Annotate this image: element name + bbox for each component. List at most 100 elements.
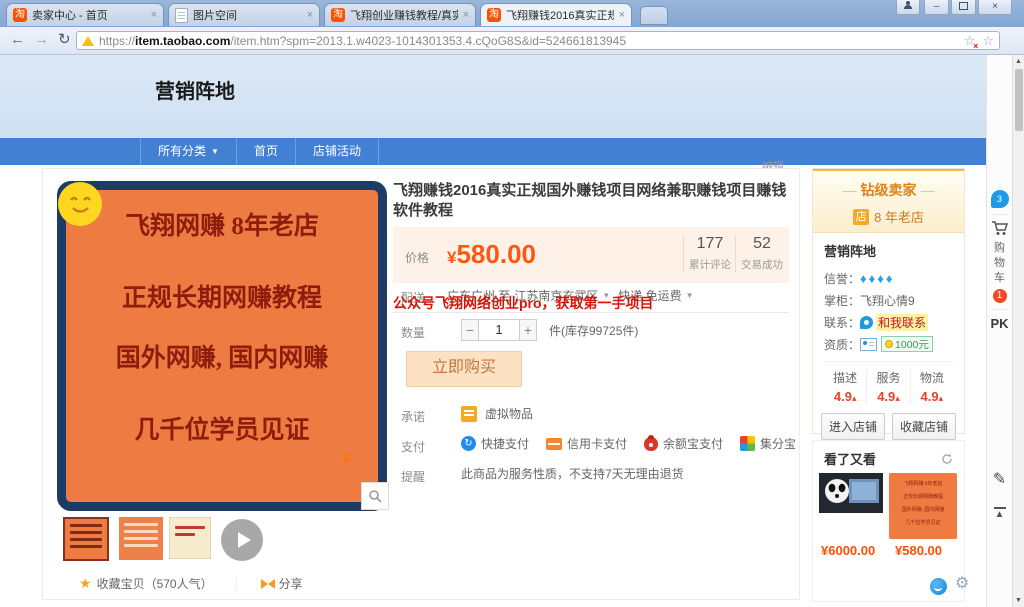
address-bar[interactable]: https:// item.taobao.com /item.htm?spm=2… [76, 31, 1000, 50]
stat-reviews[interactable]: 177 累计评论 [683, 235, 736, 272]
diamond-rating-icons: ♦♦♦♦ [860, 271, 895, 286]
image-text-line: 几千位学员见证 [66, 410, 378, 446]
quantity-decrease-button[interactable]: − [461, 319, 479, 341]
video-thumbnail [819, 473, 883, 513]
tab-seller-center[interactable]: 淘 卖家中心 - 首页 × [6, 3, 164, 26]
blocked-content-icon[interactable]: ☆× [964, 33, 976, 49]
seller-level: —钻级卖家— [813, 180, 964, 200]
cart-label[interactable]: 购 物 车 [987, 241, 1012, 286]
shop-title: 营销阵地 [155, 75, 235, 104]
minimize-button[interactable]: – [924, 0, 949, 15]
divider: ｜ [231, 575, 243, 592]
quantity-stepper: − 1 + 件(库存99725件) [461, 319, 638, 341]
tab-close-icon[interactable]: × [151, 10, 157, 21]
stat-deals[interactable]: 52 交易成功 [735, 235, 788, 272]
tab-image-space[interactable]: 图片空间 × [168, 3, 320, 26]
favorite-shop-button[interactable]: 收藏店铺 [892, 413, 956, 440]
favorite-link[interactable]: 收藏宝贝（570人气） [97, 575, 213, 592]
payment-label: 支付 [401, 438, 425, 455]
gear-icon[interactable]: ⚙ [955, 573, 969, 593]
security-warning-icon[interactable] [82, 36, 94, 46]
stat-label: 累计评论 [684, 257, 736, 272]
thumbnail-2[interactable] [119, 517, 163, 560]
nav-label: 首页 [254, 138, 278, 165]
seller-ratings: 描述 4.9▴ 服务 4.9▴ 物流 4.9▴ [824, 362, 953, 404]
seller-buttons: 进入店铺 收藏店铺 [824, 404, 953, 440]
tab-title: 图片空间 [193, 7, 302, 23]
share-link[interactable]: 分享 [279, 575, 303, 592]
browser-toolbar: ← → ↻ https:// item.taobao.com /item.htm… [0, 27, 1024, 55]
right-side-toolbar: 3 购 物 车 1 PK ✎ ▲ [986, 55, 1012, 607]
zoom-magnifier-button[interactable] [361, 482, 389, 510]
wangwang-float-icon[interactable] [930, 578, 947, 595]
thumbnail-3[interactable] [169, 517, 211, 559]
payment-yuebao[interactable]: 余额宝支付 [644, 435, 723, 452]
payment-creditcard[interactable]: 信用卡支付 [546, 435, 627, 452]
rating-label: 服务 [867, 369, 909, 386]
wangwang-toolbar-icon[interactable]: 3 [991, 190, 1009, 208]
bookmark-star-icon[interactable]: ☆ [982, 33, 994, 49]
payment-name: 信用卡支付 [567, 435, 627, 452]
refresh-button[interactable]: ↻ [58, 31, 71, 49]
chevron-down-icon[interactable]: ▼ [686, 291, 694, 300]
shop-badge-icon: 店 [853, 209, 869, 225]
back-to-top-button[interactable]: ▲ [993, 507, 1007, 520]
taobao-favicon: 淘 [331, 8, 345, 22]
scroll-up-arrow[interactable]: ▲ [1013, 58, 1024, 65]
back-button[interactable]: ← [10, 31, 25, 49]
new-tab-button[interactable] [640, 6, 668, 25]
recommended-item-video[interactable] [819, 473, 883, 513]
payment-name: 余额宝支付 [663, 435, 723, 452]
price-amount: 580.00 [456, 239, 536, 269]
chevron-down-icon: ▼ [211, 138, 219, 165]
enter-shop-button[interactable]: 进入店铺 [821, 413, 885, 440]
tab-close-icon[interactable]: × [307, 10, 313, 21]
tab-close-icon[interactable]: × [463, 10, 469, 21]
reputation-label: 信誉： [824, 270, 860, 287]
recommended-price: ¥6000.00 [821, 543, 875, 558]
close-window-button[interactable]: × [978, 0, 1012, 15]
pk-button[interactable]: PK [987, 316, 1012, 331]
tab-title: 飞翔赚钱2016真实正规国 [506, 7, 614, 23]
recommended-item-card[interactable]: 飞翔网赚 8年老店 正规长期网赚教程 国外网赚, 国内网赚 几千位学员见证 [889, 473, 957, 539]
buy-now-button[interactable]: 立即购买 [406, 351, 522, 387]
nav-shop-activity[interactable]: 店铺活动 [296, 138, 379, 165]
forward-button[interactable]: → [34, 31, 49, 49]
payment-name: 集分宝 [760, 435, 796, 452]
deposit-amount: 1000元 [895, 337, 929, 352]
nav-all-categories[interactable]: 所有分类 ▼ [140, 138, 237, 165]
image-text-line: 正规长期网赚教程 [66, 278, 378, 314]
tab-close-icon[interactable]: × [619, 10, 625, 21]
quantity-input[interactable]: 1 [479, 319, 519, 341]
rating-label: 描述 [824, 369, 866, 386]
rating-value: 4.9▴ [867, 389, 909, 404]
certification-label: 资质： [824, 336, 860, 353]
quantity-increase-button[interactable]: + [519, 319, 537, 341]
page-scrollbar[interactable]: ▲ ▼ [1012, 55, 1024, 607]
image-text-line: 国外网赚, 国内网赚 [66, 338, 378, 374]
nav-home[interactable]: 首页 [237, 138, 296, 165]
scrollbar-thumb[interactable] [1015, 69, 1023, 131]
payment-jifenbao[interactable]: 集分宝 [740, 435, 796, 452]
scroll-down-arrow[interactable]: ▼ [1013, 597, 1024, 604]
favorite-share-row: ★ 收藏宝贝（570人气） ｜ 分享 [79, 575, 303, 592]
payment-quickpay[interactable]: ↻快捷支付 [461, 435, 529, 452]
rating-value: 4.9▴ [824, 389, 866, 404]
profile-button[interactable] [896, 0, 920, 15]
product-main-image[interactable]: 飞翔网赚 8年老店 正规长期网赚教程 国外网赚, 国内网赚 几千位学员见证 [57, 181, 387, 511]
url-domain: item.taobao.com [135, 34, 230, 48]
quickpay-icon: ↻ [461, 436, 476, 451]
quantity-label: 数量 [401, 324, 425, 341]
tab-active-product[interactable]: 淘 飞翔赚钱2016真实正规国 × [480, 3, 632, 26]
maximize-button[interactable] [951, 0, 976, 15]
rating-value: 4.9▴ [911, 389, 953, 404]
contact-me-button[interactable]: 和我联系 [876, 314, 928, 331]
notice-text: 此商品为服务性质，不支持7天无理由退货 [461, 465, 684, 482]
tab-course[interactable]: 淘 飞翔创业赚钱教程/真实正 × [324, 3, 476, 26]
play-video-button[interactable] [221, 519, 263, 561]
thumbnail-1-selected[interactable] [63, 517, 109, 561]
owner-name[interactable]: 飞翔心情9 [860, 292, 915, 309]
refresh-icon[interactable] [941, 453, 953, 465]
pencil-icon[interactable]: ✎ [987, 469, 1012, 489]
cart-icon[interactable] [987, 221, 1012, 241]
